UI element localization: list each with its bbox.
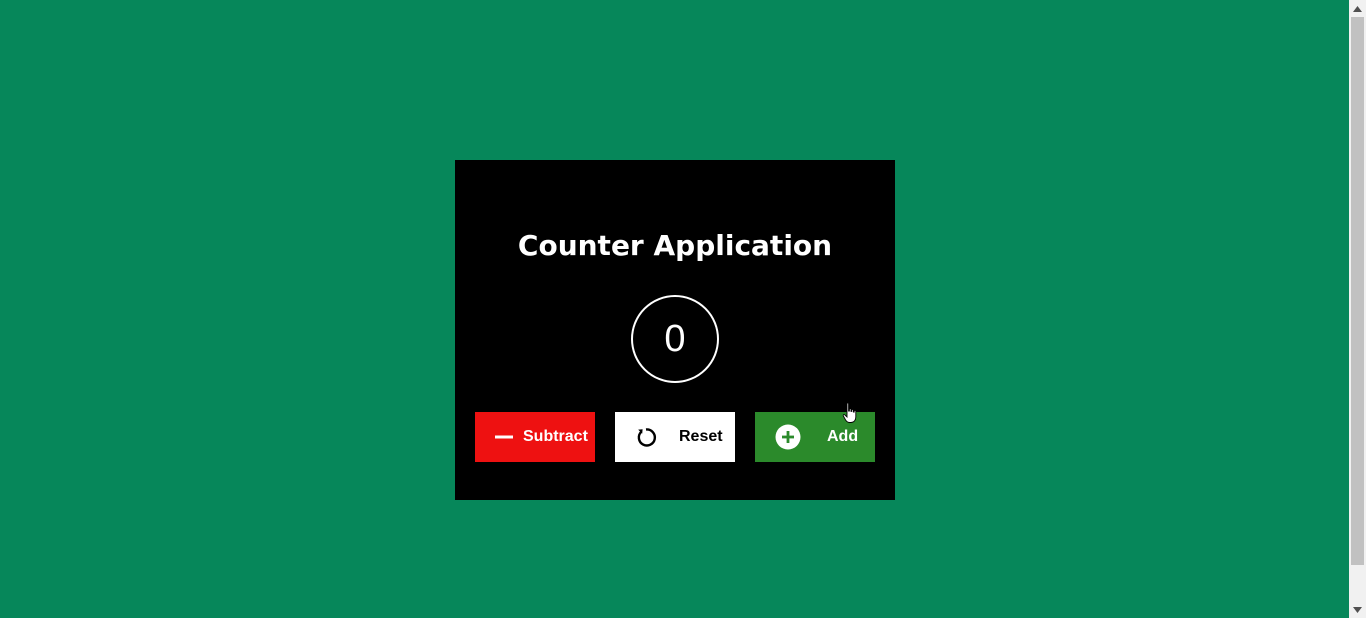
scroll-down-arrow-icon[interactable] [1349,601,1366,618]
scroll-up-arrow-icon[interactable] [1349,0,1366,17]
counter-card: Counter Application 0 Subtract Reset Add [455,160,895,500]
refresh-icon [633,424,659,450]
subtract-button-label: Subtract [523,428,588,445]
add-button-label: Add [827,428,859,445]
counter-value: 0 [664,317,686,360]
hand-cursor-icon [842,402,858,424]
reset-button-label: Reset [679,428,723,445]
subtract-button[interactable]: Subtract [475,412,595,462]
minus-icon [491,424,517,450]
reset-button[interactable]: Reset [615,412,735,462]
counter-display: 0 [631,295,719,383]
vertical-scrollbar[interactable] [1349,0,1366,618]
page-title: Counter Application [517,229,833,262]
scrollbar-thumb[interactable] [1351,17,1364,565]
page-background: Counter Application 0 Subtract Reset Add [0,0,1349,618]
plus-circle-icon [775,424,801,450]
